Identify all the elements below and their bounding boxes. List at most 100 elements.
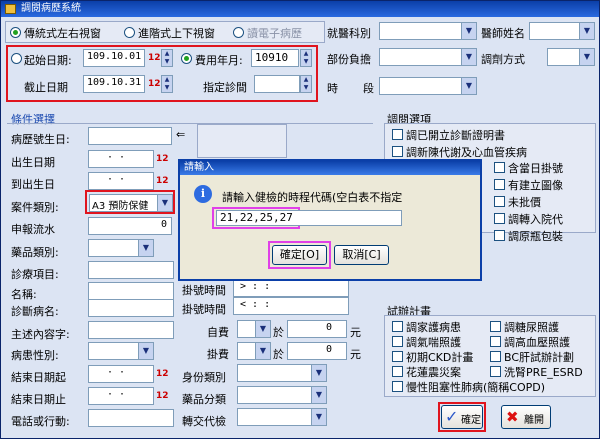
drug-class-select[interactable]: ▼ xyxy=(237,386,327,404)
phone-label: 電話或行動: xyxy=(11,415,70,428)
photo-frame xyxy=(197,124,287,158)
trial-left-label-0: 調家護病患 xyxy=(406,321,461,334)
complaint-input[interactable] xyxy=(88,321,174,339)
check-icon: ✓ xyxy=(445,407,459,426)
id-type-select[interactable]: ▼ xyxy=(237,364,327,382)
reg-fee-amount-input[interactable]: 0 xyxy=(287,342,347,360)
dispense-label: 調劑方式 xyxy=(481,53,525,66)
end-from-input[interactable]: · · xyxy=(88,365,154,383)
self-pay-select[interactable]: ▼ xyxy=(237,320,271,338)
diag-item-label: 診療項目: xyxy=(11,268,59,281)
window-title: 調閱病歷系統 xyxy=(21,3,81,14)
clinic-input[interactable] xyxy=(254,75,300,93)
end-to-input[interactable]: · · xyxy=(88,387,154,405)
trial-left-checkbox-0[interactable] xyxy=(392,321,403,332)
opt-checkbox-5[interactable] xyxy=(494,213,505,224)
trial-right-label-3: 洗腎PRE_ESRD xyxy=(504,366,583,379)
start-date-spinner[interactable]: ▲ ▼ xyxy=(161,49,173,67)
trial-right-label-0: 調糖尿照護 xyxy=(504,321,559,334)
trial-right-checkbox-3[interactable] xyxy=(490,366,501,377)
doctor-label: 醫師姓名 xyxy=(481,27,525,40)
opt-label-1: 調新陳代謝及心血管疾病 xyxy=(406,146,527,159)
trial-left-checkbox-3[interactable] xyxy=(392,366,403,377)
reg-time-to-input[interactable]: < : : xyxy=(233,297,349,315)
case-type-select[interactable]: A3 預防保健 ▼ xyxy=(89,194,173,212)
main-window: 調閱病歷系統 傳統式左右視窗 進階式上下視窗 讀電子病歷 起始日期: 109.1… xyxy=(0,0,600,439)
close-icon: ✖ xyxy=(506,408,519,426)
phone-input[interactable] xyxy=(88,409,174,427)
self-pay-label: 自費 xyxy=(207,326,229,339)
end-date-spinner[interactable]: ▲ ▼ xyxy=(161,75,173,93)
doctor-select[interactable]: ▼ xyxy=(529,22,595,40)
trial-left-checkbox-2[interactable] xyxy=(392,351,403,362)
radio-fee-month[interactable] xyxy=(181,53,192,64)
self-pay-amount-input[interactable]: 0 xyxy=(287,320,347,338)
trial-copd-label: 慢性阻塞性肺病(簡稱COPD) xyxy=(406,381,546,394)
time-segment-select[interactable]: ▼ xyxy=(379,77,477,95)
dialog-title: 請輸入 xyxy=(180,161,480,175)
diagnosis-input[interactable] xyxy=(88,299,174,317)
dialog-ok-button[interactable]: 確定[O] xyxy=(272,245,327,265)
transfer-select[interactable]: ▼ xyxy=(237,408,327,426)
opt-checkbox-4[interactable] xyxy=(494,196,505,207)
reg-fee-select[interactable]: ▼ xyxy=(237,342,271,360)
radio-ecard-label: 讀電子病歷 xyxy=(247,27,302,40)
dob-label: 出生日期 xyxy=(11,156,55,169)
start-date-marker: 12 xyxy=(148,53,161,63)
report-serial-input[interactable]: 0 xyxy=(88,217,172,235)
share-select[interactable]: ▼ xyxy=(379,48,477,66)
trial-left-checkbox-1[interactable] xyxy=(392,336,403,347)
reg-time-from-input[interactable]: > : : xyxy=(233,279,349,297)
radio-topdown-window[interactable] xyxy=(124,27,135,38)
opt-checkbox-2[interactable] xyxy=(494,162,505,173)
opt-label-4: 未批價 xyxy=(508,196,541,209)
end-to-label: 結束日期止 xyxy=(11,393,66,406)
birthday-input[interactable] xyxy=(88,127,172,145)
case-type-label: 案件類別: xyxy=(11,201,59,214)
opt-checkbox-0[interactable] xyxy=(392,129,403,140)
reg-time2-label: 掛號時間 xyxy=(182,303,226,316)
opt-label-5: 調轉入院代 xyxy=(508,213,563,226)
opt-checkbox-6[interactable] xyxy=(494,230,505,241)
complaint-label: 主述內容字: xyxy=(11,328,70,341)
dept-select[interactable]: ▼ xyxy=(379,22,477,40)
dialog-cancel-button[interactable]: 取消[C] xyxy=(334,245,389,265)
time-label: 時 xyxy=(327,82,338,95)
gender-select[interactable]: ▼ xyxy=(88,342,154,360)
drug-category-label: 藥品類別: xyxy=(11,246,59,259)
fee-month-spinner[interactable]: ▲ ▼ xyxy=(300,49,312,67)
trial-left-label-3: 花蓮震災案 xyxy=(406,366,461,379)
dispense-select[interactable]: ▼ xyxy=(547,48,595,66)
trial-right-label-2: BC肝試辦計劃 xyxy=(504,351,575,364)
start-date-input[interactable]: 109.10.01 xyxy=(83,49,145,67)
share-label: 部份負擔 xyxy=(327,53,371,66)
clinic-spinner[interactable]: ▲ ▼ xyxy=(300,75,312,93)
item-name-label: 名稱: xyxy=(11,288,37,301)
to-dob-label: 到出生日 xyxy=(11,178,55,191)
diag-item-input[interactable] xyxy=(88,261,174,279)
end-date-input[interactable]: 109.10.31 xyxy=(83,75,145,93)
drug-category-select[interactable]: ▼ xyxy=(88,239,154,257)
opt-checkbox-1[interactable] xyxy=(392,146,403,157)
opt-checkbox-3[interactable] xyxy=(494,179,505,190)
radio-side-window[interactable] xyxy=(10,27,21,38)
dob-input[interactable]: · · xyxy=(88,150,154,168)
to-dob-input[interactable]: · · xyxy=(88,172,154,190)
leave-button[interactable]: ✖ 離開 xyxy=(501,405,551,429)
trial-right-checkbox-1[interactable] xyxy=(490,336,501,347)
diagnosis-label: 診斷病名: xyxy=(11,305,59,318)
radio-start-date[interactable] xyxy=(11,53,22,64)
to-dob-marker: 12 xyxy=(156,176,169,186)
fee-month-input[interactable]: 10910 xyxy=(251,49,299,67)
trial-right-checkbox-2[interactable] xyxy=(490,351,501,362)
dob-marker: 12 xyxy=(156,154,169,164)
opt-label-3: 有建立圖像 xyxy=(508,179,563,192)
radio-ecard[interactable] xyxy=(233,27,244,38)
trial-copd-checkbox[interactable] xyxy=(392,381,403,392)
trial-right-checkbox-0[interactable] xyxy=(490,321,501,332)
item-name-input[interactable] xyxy=(88,282,174,300)
opt-label-6: 調原瓶包裝 xyxy=(508,230,563,243)
confirm-button[interactable]: ✓ 確定 xyxy=(441,405,483,429)
reg-fee-label: 掛費 xyxy=(207,348,229,361)
schedule-code-input[interactable]: 21,22,25,27 xyxy=(216,210,402,226)
